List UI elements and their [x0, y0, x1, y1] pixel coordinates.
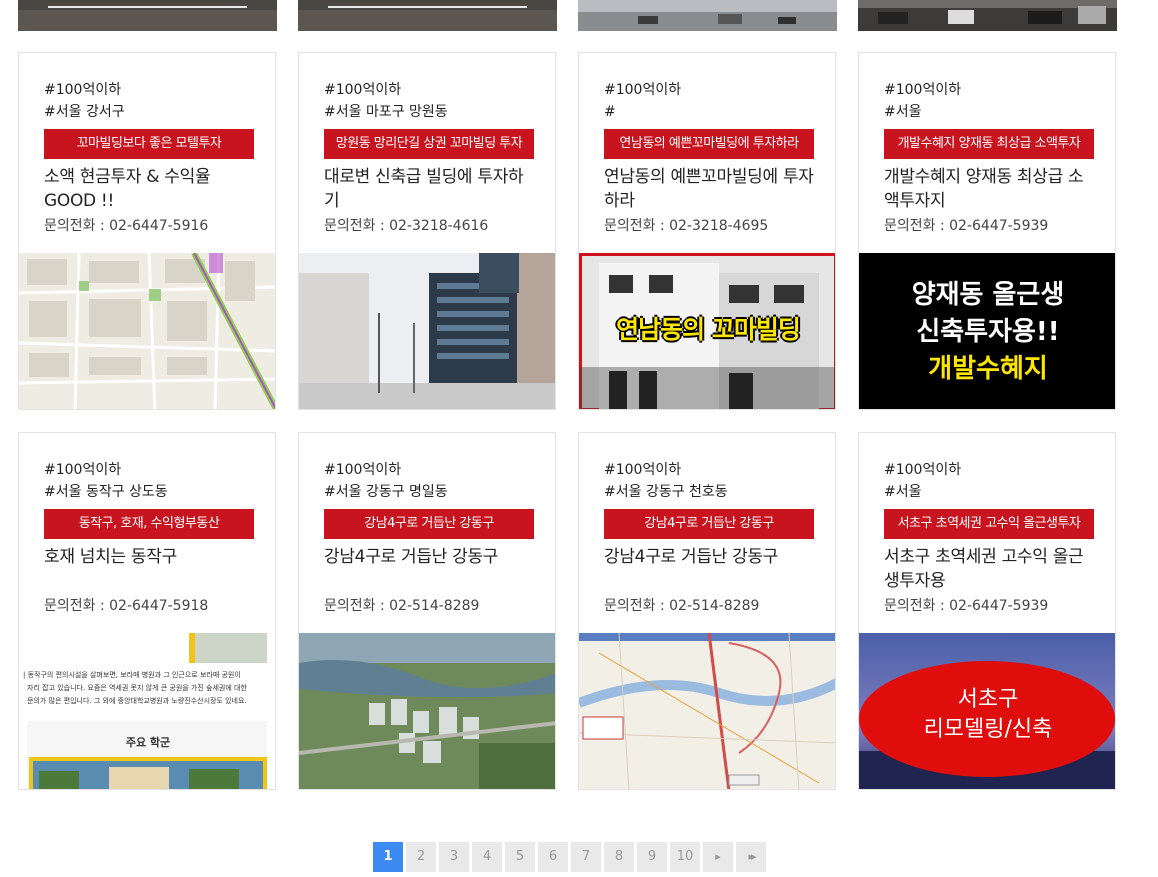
listing-image-document[interactable]: | 동작구의 편의시설을 살펴보면, 보라매 병원과 그 인근으로 보라매 공원…: [19, 633, 275, 789]
listing-thumbnail[interactable]: [18, 0, 277, 31]
previous-row-thumbnails: [0, 0, 1158, 31]
location-tag[interactable]: #서울: [884, 101, 1096, 123]
next-page-button[interactable]: ▸: [703, 842, 733, 872]
listing-thumbnail[interactable]: [858, 0, 1117, 31]
listing-card[interactable]: #100억이하 #서울 강동구 명일동 강남4구로 거듭난 강동구 강남4구로 …: [298, 432, 556, 790]
listing-thumbnail[interactable]: [298, 0, 557, 31]
image-text-line: 문의가 많은 편입니다. 그 외에 중앙대학교병원과 노량진수산시장도 있네요.: [27, 697, 247, 705]
location-tag[interactable]: #서울 강서구: [44, 101, 256, 123]
listing-banner: 꼬마빌딩보다 좋은 모텔투자: [44, 129, 254, 159]
listing-title[interactable]: 소액 현금투자 & 수익율 GOOD !!: [44, 165, 256, 213]
page-7-button[interactable]: 7: [571, 842, 601, 872]
listing-banner: 동작구, 호재, 수익형부동산: [44, 509, 254, 539]
image-text-line: | 동작구의 편의시설을 살펴보면, 보라매 병원과 그 인근으로 보라매 공원…: [23, 671, 241, 679]
page-6-button[interactable]: 6: [538, 842, 568, 872]
location-tag[interactable]: #서울: [884, 481, 1096, 503]
listing-card[interactable]: #100억이하 #서울 서초구 초역세권 고수익 올근생투자 서초구 초역세권 …: [858, 432, 1116, 790]
image-caption-line: 리모델링/신축: [923, 717, 1053, 742]
price-tag[interactable]: #100억이하: [884, 79, 1096, 101]
listing-image-aerial[interactable]: [299, 633, 555, 789]
price-tag[interactable]: #100억이하: [604, 79, 816, 101]
price-tag[interactable]: #100억이하: [44, 79, 256, 101]
listing-title[interactable]: 서초구 초역세권 고수익 올근생투자용: [884, 545, 1096, 593]
page-1-button[interactable]: 1: [373, 842, 403, 872]
listing-card[interactable]: #100억이하 #서울 동작구 상도동 동작구, 호재, 수익형부동산 호재 넘…: [18, 432, 276, 790]
price-tag[interactable]: #100억이하: [604, 459, 816, 481]
listing-title[interactable]: 호재 넘치는 동작구: [44, 545, 256, 593]
location-tag[interactable]: #서울 강동구 명일동: [324, 481, 536, 503]
listing-image-city-night[interactable]: 서초구 리모델링/신축: [859, 633, 1115, 789]
price-tag[interactable]: #100억이하: [324, 459, 536, 481]
contact-phone: 문의전화 : 02-3218-4695: [604, 218, 769, 234]
image-text-line: 주요 학군: [125, 736, 171, 749]
pagination: 1 2 3 4 5 6 7 8 9 10 ▸ ▸▸: [373, 842, 766, 872]
page-8-button[interactable]: 8: [604, 842, 634, 872]
image-caption-line: 개발수혜지: [928, 354, 1048, 384]
listing-thumbnail[interactable]: [578, 0, 837, 31]
contact-phone: 문의전화 : 02-514-8289: [604, 598, 760, 614]
location-tag[interactable]: #서울 강동구 천호동: [604, 481, 816, 503]
contact-phone: 문의전화 : 02-514-8289: [324, 598, 480, 614]
location-tag[interactable]: #: [604, 101, 816, 123]
location-tag[interactable]: #서울 마포구 망원동: [324, 101, 536, 123]
page-4-button[interactable]: 4: [472, 842, 502, 872]
listing-banner: 연남동의 예쁜꼬마빌딩에 투자하라: [604, 129, 814, 159]
listing-banner: 강남4구로 거듭난 강동구: [324, 509, 534, 539]
listing-card[interactable]: #100억이하 #서울 개발수혜지 양재동 최상급 소액투자 개발수혜지 양재동…: [858, 52, 1116, 410]
listing-image-street[interactable]: [299, 253, 555, 409]
contact-phone: 문의전화 : 02-6447-5916: [44, 218, 209, 234]
listing-title[interactable]: 연남동의 예쁜꼬마빌딩에 투자하라: [604, 165, 816, 213]
last-page-button[interactable]: ▸▸: [736, 842, 766, 872]
chevron-right-icon: ▸: [715, 850, 721, 863]
page-10-button[interactable]: 10: [670, 842, 700, 872]
page-9-button[interactable]: 9: [637, 842, 667, 872]
listing-banner: 망원동 망리단길 상권 꼬마빌딩 투자: [324, 129, 534, 159]
page-2-button[interactable]: 2: [406, 842, 436, 872]
price-tag[interactable]: #100억이하: [324, 79, 536, 101]
listing-card[interactable]: #100억이하 # 연남동의 예쁜꼬마빌딩에 투자하라 연남동의 예쁜꼬마빌딩에…: [578, 52, 836, 410]
contact-phone: 문의전화 : 02-6447-5939: [884, 598, 1049, 614]
page-5-button[interactable]: 5: [505, 842, 535, 872]
listing-image-building[interactable]: 연남동의 꼬마빌딩: [579, 253, 835, 409]
listing-title[interactable]: 대로변 신축급 빌딩에 투자하기: [324, 165, 536, 213]
price-tag[interactable]: #100억이하: [44, 459, 256, 481]
listing-card[interactable]: #100억이하 #서울 마포구 망원동 망원동 망리단길 상권 꼬마빌딩 투자 …: [298, 52, 556, 410]
listing-title[interactable]: 강남4구로 거듭난 강동구: [604, 545, 816, 593]
listing-title[interactable]: 강남4구로 거듭난 강동구: [324, 545, 536, 593]
contact-phone: 문의전화 : 02-3218-4616: [324, 218, 489, 234]
listing-image-map[interactable]: [579, 633, 835, 789]
location-tag[interactable]: #서울 동작구 상도동: [44, 481, 256, 503]
image-caption-line: 서초구: [957, 687, 1019, 712]
price-tag[interactable]: #100억이하: [884, 459, 1096, 481]
contact-phone: 문의전화 : 02-6447-5939: [884, 218, 1049, 234]
listing-image-map[interactable]: [19, 253, 275, 409]
contact-phone: 문의전화 : 02-6447-5918: [44, 598, 209, 614]
listing-banner: 강남4구로 거듭난 강동구: [604, 509, 814, 539]
image-caption-line: 신축투자용!!: [916, 317, 1060, 347]
image-caption: 연남동의 꼬마빌딩: [616, 315, 801, 344]
listing-card[interactable]: #100억이하 #서울 강동구 천호동 강남4구로 거듭난 강동구 강남4구로 …: [578, 432, 836, 790]
listing-title[interactable]: 개발수혜지 양재동 최상급 소액투자지: [884, 165, 1096, 213]
listing-card[interactable]: #100억이하 #서울 강서구 꼬마빌딩보다 좋은 모텔투자 소액 현금투자 &…: [18, 52, 276, 410]
listing-image-text[interactable]: 양재동 올근생 신축투자용!! 개발수혜지: [859, 253, 1115, 409]
listing-banner: 개발수혜지 양재동 최상급 소액투자: [884, 129, 1094, 159]
listing-banner: 서초구 초역세권 고수익 올근생투자: [884, 509, 1094, 539]
page-3-button[interactable]: 3: [439, 842, 469, 872]
double-chevron-right-icon: ▸▸: [748, 850, 756, 863]
image-text-line: 자리 잡고 있습니다. 요즘은 역세권 못지 않게 큰 공원을 가진 숲세권에 …: [27, 684, 247, 692]
image-caption-line: 양재동 올근생: [911, 280, 1065, 310]
